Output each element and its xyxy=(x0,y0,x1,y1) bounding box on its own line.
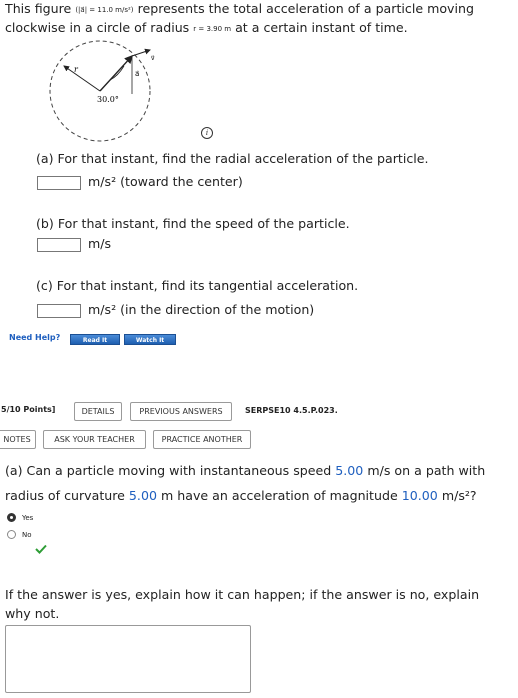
intro-line-1: This figure (|a⃗| = 11.0 m/s²) represent… xyxy=(5,1,474,16)
ask-your-teacher-button[interactable]: ASK YOUR TEACHER xyxy=(43,430,146,449)
question-text-2-cont: m have an acceleration of magnitude xyxy=(160,488,398,503)
previous-answers-button[interactable]: PREVIOUS ANSWERS xyxy=(130,402,232,421)
yes-label: Yes xyxy=(22,514,34,522)
velocity-vector xyxy=(131,48,151,57)
question-text-2: radius of curvature xyxy=(5,488,125,503)
part-a-unit: m/s² (toward the center) xyxy=(88,174,243,189)
intro-line-2: clockwise in a circle of radius r = 3.90… xyxy=(5,20,408,35)
notes-button[interactable]: NOTES xyxy=(0,430,36,449)
part-b-question: (b) For that instant, find the speed of … xyxy=(36,216,350,231)
radius-line xyxy=(63,65,101,92)
question-text-cont: m/s on a path with xyxy=(367,463,486,478)
radius-value: r = 3.90 m xyxy=(193,25,232,33)
explanation-textarea[interactable] xyxy=(5,625,251,693)
part-b-unit: m/s xyxy=(88,236,112,251)
acceleration-value: 10.00 xyxy=(401,488,438,503)
info-icon[interactable]: i xyxy=(201,127,213,139)
part-c-unit: m/s² (in the direction of the motion) xyxy=(88,302,315,317)
explain-line-1: If the answer is yes, explain how it can… xyxy=(5,587,480,602)
explain-line-2: why not. xyxy=(5,606,60,621)
question-text: (a) Can a particle moving with instantan… xyxy=(5,463,332,478)
radius-of-curvature-value: 5.00 xyxy=(128,488,157,503)
part-a-answer-input[interactable] xyxy=(37,176,81,190)
checkmark-icon xyxy=(35,544,47,554)
part-b-answer-input[interactable] xyxy=(37,238,81,252)
read-it-button[interactable]: Read It xyxy=(70,334,120,345)
intro-text-cont: represents the total acceleration of a p… xyxy=(137,1,474,16)
part-c-question: (c) For that instant, find its tangentia… xyxy=(36,278,359,293)
speed-value: 5.00 xyxy=(335,463,364,478)
need-help-label: Need Help? xyxy=(9,333,61,342)
total-acceleration-value: (|a⃗| = 11.0 m/s²) xyxy=(75,6,134,14)
intro-text: This figure xyxy=(5,1,72,16)
part-c-answer-input[interactable] xyxy=(37,304,81,318)
question-text-2-end: m/s²? xyxy=(441,488,477,503)
watch-it-button[interactable]: Watch It xyxy=(124,334,176,345)
angle-label: 30.0° xyxy=(97,95,119,104)
circular-motion-figure: r a⃗ v⃗ 30.0° xyxy=(49,40,155,142)
intro-text-2: clockwise in a circle of radius xyxy=(5,20,190,35)
yes-radio[interactable] xyxy=(7,513,16,522)
part-a-question: (a) For that instant, find the radial ac… xyxy=(36,151,429,166)
details-button[interactable]: DETAILS xyxy=(74,402,122,421)
question-line-2: radius of curvature 5.00 m have an accel… xyxy=(5,488,477,503)
question-line-1: (a) Can a particle moving with instantan… xyxy=(5,463,485,478)
no-radio[interactable] xyxy=(7,530,16,539)
acceleration-vector xyxy=(99,54,133,92)
v-label: v⃗ xyxy=(151,55,155,62)
points-label: 5/10 Points] xyxy=(1,405,56,414)
r-label: r xyxy=(74,65,79,74)
practice-another-button[interactable]: PRACTICE ANOTHER xyxy=(153,430,251,449)
intro-text-2-cont: at a certain instant of time. xyxy=(235,20,408,35)
no-label: No xyxy=(22,531,32,539)
problem-code: SERPSE10 4.5.P.023. xyxy=(245,406,338,415)
a-label: a⃗ xyxy=(135,70,140,78)
